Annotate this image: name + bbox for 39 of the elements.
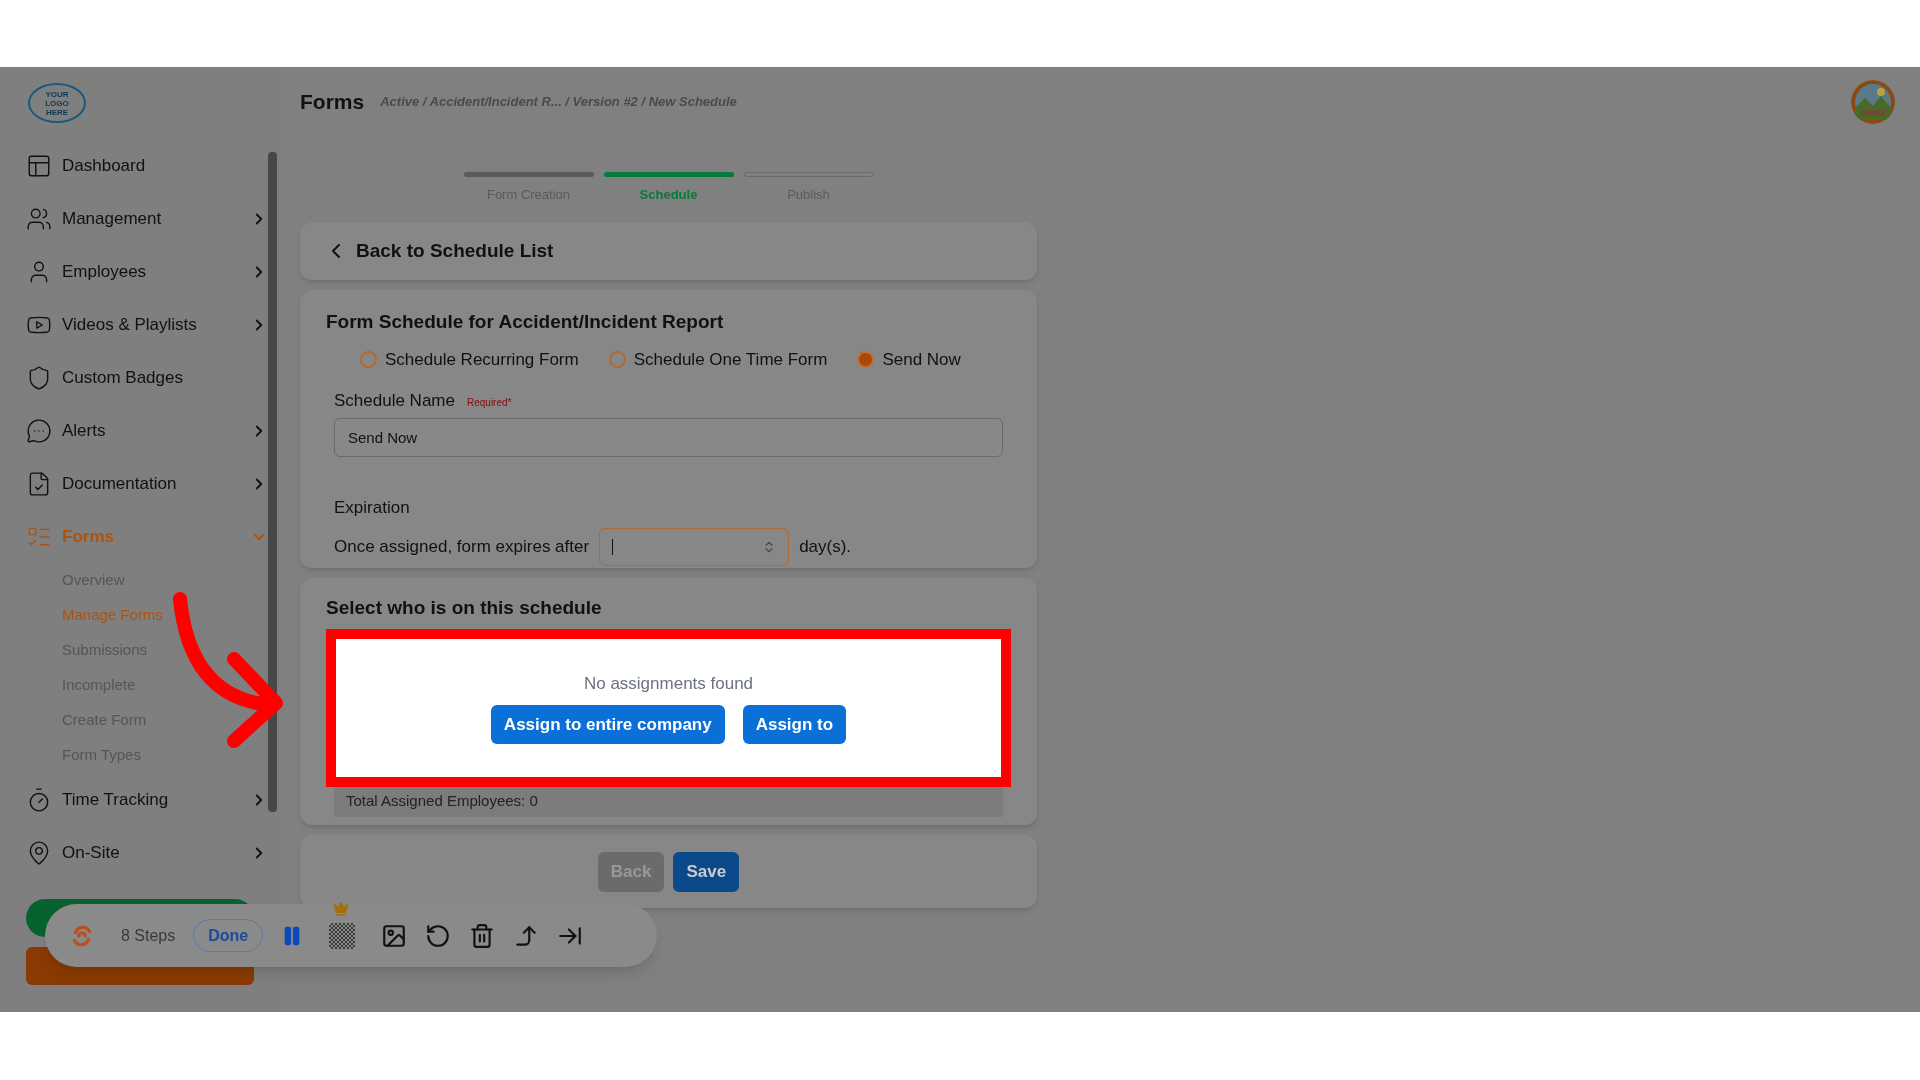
radio-button[interactable] [857, 350, 875, 368]
radio-option[interactable]: Schedule Recurring Form [360, 346, 579, 372]
undo-icon[interactable] [425, 922, 452, 949]
text-cursor [612, 539, 614, 555]
trash-icon[interactable] [469, 922, 496, 949]
sidebar-item[interactable]: Time Tracking [0, 773, 282, 826]
card-title: Select who is on this schedule [326, 596, 603, 620]
steps-count: 8 Steps [121, 925, 176, 946]
sidebar-item[interactable]: Management [0, 192, 282, 245]
sidebar-item[interactable]: Documentation [0, 457, 282, 510]
sidebar-item[interactable]: Custom Badges [0, 351, 282, 404]
assign-button[interactable]: Assign to [742, 704, 847, 744]
expiration-text: Once assigned, form expires after [334, 536, 590, 559]
radio-option[interactable]: Send Now [857, 346, 961, 372]
sidebar-item[interactable]: On-Site [0, 826, 282, 879]
required-note: Required* [466, 396, 512, 410]
logo: YOUR LOGO HERE [28, 83, 86, 123]
page-title: Forms [300, 88, 365, 115]
scrollbar[interactable] [268, 152, 277, 812]
section-label: Expiration [334, 496, 411, 519]
back-link[interactable]: Back to Schedule List [324, 236, 554, 266]
sidebar-item[interactable]: Dashboard [0, 139, 282, 192]
sidebar-item[interactable]: Employees [0, 245, 282, 298]
sidebar-item[interactable]: Videos & Playlists [0, 298, 282, 351]
radio-button[interactable] [360, 350, 377, 368]
card-title: Form Schedule for Accident/Incident Report [326, 310, 725, 334]
days-field[interactable] [599, 528, 790, 566]
assign-button[interactable]: Assign to entire company [490, 704, 725, 744]
image-icon[interactable] [381, 922, 408, 949]
days-suffix: day(s). [799, 536, 852, 559]
empty-message: No assignments found [583, 673, 754, 696]
total-bar: Total Assigned Employees: 0 [334, 786, 1003, 817]
footer-button[interactable]: Save [673, 851, 740, 892]
radio-option[interactable]: Schedule One Time Form [608, 346, 828, 372]
radio-button[interactable] [608, 350, 626, 368]
sidebar-item[interactable]: Alerts [0, 404, 282, 457]
chat-icon [26, 417, 52, 444]
schedule-name-field[interactable]: Send Now [334, 417, 1003, 457]
field-label: Schedule Name [334, 390, 455, 412]
